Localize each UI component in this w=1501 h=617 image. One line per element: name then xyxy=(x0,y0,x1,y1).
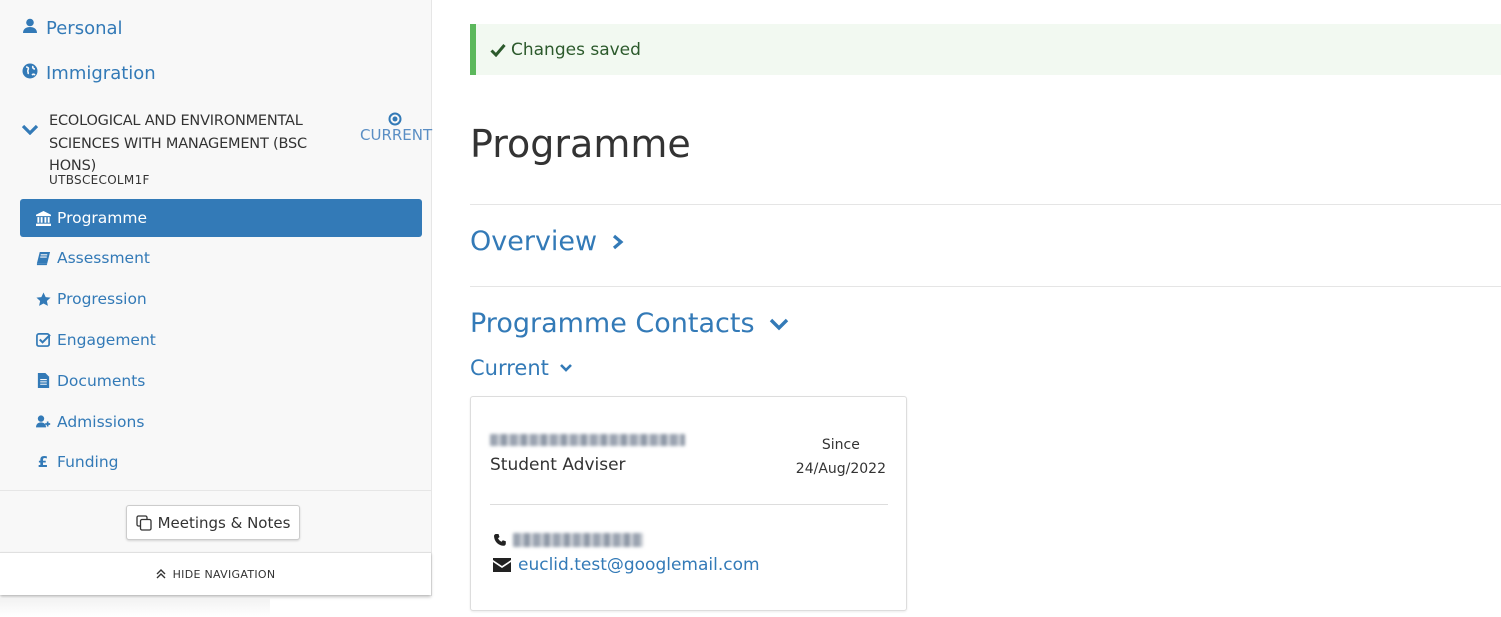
chevron-down-icon xyxy=(769,318,788,330)
chevron-right-icon xyxy=(613,234,624,249)
nav-personal[interactable]: Personal xyxy=(22,18,123,39)
meetings-notes-button[interactable]: Meetings & Notes xyxy=(126,505,300,540)
copy-icon xyxy=(135,514,152,531)
subnav-admissions[interactable]: Admissions xyxy=(20,401,422,442)
subnav-label: Funding xyxy=(57,453,119,472)
since-date: 24/Aug/2022 xyxy=(795,461,886,477)
subnav-label: Engagement xyxy=(57,330,156,349)
phone-icon xyxy=(494,534,506,546)
contact-phone xyxy=(493,533,643,547)
envelope-icon xyxy=(493,558,511,572)
double-chevron-up-icon xyxy=(156,569,166,579)
check-icon xyxy=(490,43,506,57)
nav-immigration[interactable]: Immigration xyxy=(22,63,156,84)
meetings-notes-label: Meetings & Notes xyxy=(157,513,291,532)
user-icon xyxy=(22,18,38,39)
subnav-programme[interactable]: Programme xyxy=(20,199,422,237)
subnav-label: Progression xyxy=(57,290,147,309)
page-title: Programme xyxy=(470,122,691,166)
chevron-down-icon xyxy=(22,124,38,135)
contact-card: Student Adviser Since 24/Aug/2022 euclid… xyxy=(470,396,907,611)
check-square-icon xyxy=(34,332,52,348)
globe-icon xyxy=(22,63,38,84)
subnav-progression[interactable]: Progression xyxy=(20,279,422,320)
shadow-strip xyxy=(0,598,270,617)
subnav-assessment[interactable]: Assessment xyxy=(20,238,422,279)
since-label: Since xyxy=(821,437,860,453)
card-divider xyxy=(490,504,888,505)
subnav-label: Admissions xyxy=(57,412,145,431)
contact-name-redacted xyxy=(490,434,685,446)
current-status-label: CURRENT xyxy=(360,126,433,144)
programme-code: UTBSCECOLM1F xyxy=(49,173,150,187)
current-status-badge: CURRENT xyxy=(360,112,433,144)
nav-immigration-label: Immigration xyxy=(46,63,156,84)
hide-navigation-label: HIDE NAVIGATION xyxy=(172,567,276,581)
current-contacts-toggle[interactable]: Current xyxy=(470,356,573,380)
book-icon xyxy=(34,250,52,266)
programme-subnav: Programme Assessment Progression Engagem… xyxy=(20,199,422,483)
file-text-icon xyxy=(34,373,52,389)
chevron-down-icon xyxy=(559,364,572,372)
contact-email: euclid.test@googlemail.com xyxy=(518,555,760,575)
sidebar-divider xyxy=(0,490,431,491)
contact-email-link[interactable]: euclid.test@googlemail.com xyxy=(493,555,760,575)
phone-number-redacted xyxy=(513,533,643,547)
sidebar-navigation: Personal Immigration ECOLOGICAL AND ENVI… xyxy=(0,0,432,596)
success-alert: Changes saved xyxy=(470,24,1501,75)
nav-personal-label: Personal xyxy=(46,18,123,39)
subnav-label: Assessment xyxy=(57,249,150,268)
star-icon xyxy=(34,291,52,307)
subnav-label: Programme xyxy=(57,209,148,227)
contact-role: Student Adviser xyxy=(490,455,626,475)
current-label: Current xyxy=(470,356,549,380)
subnav-funding[interactable]: £ Funding xyxy=(20,442,422,483)
divider xyxy=(470,286,1501,287)
subnav-engagement[interactable]: Engagement xyxy=(20,320,422,361)
programme-contacts-label: Programme Contacts xyxy=(470,308,755,339)
institution-icon xyxy=(34,210,52,226)
subnav-documents[interactable]: Documents xyxy=(20,360,422,401)
programme-title: ECOLOGICAL AND ENVIRONMENTAL SCIENCES WI… xyxy=(49,113,307,174)
overview-toggle[interactable]: Overview xyxy=(470,226,625,257)
hide-navigation-button[interactable]: HIDE NAVIGATION xyxy=(0,552,431,595)
contact-since: Since 24/Aug/2022 xyxy=(796,433,886,481)
divider xyxy=(470,204,1501,205)
user-plus-icon xyxy=(34,414,52,430)
dot-circle-icon xyxy=(388,112,402,126)
programme-contacts-toggle[interactable]: Programme Contacts xyxy=(470,308,789,339)
pound-icon: £ xyxy=(37,453,49,472)
overview-label: Overview xyxy=(470,226,598,257)
subnav-label: Documents xyxy=(57,371,146,390)
alert-message: Changes saved xyxy=(511,39,641,60)
